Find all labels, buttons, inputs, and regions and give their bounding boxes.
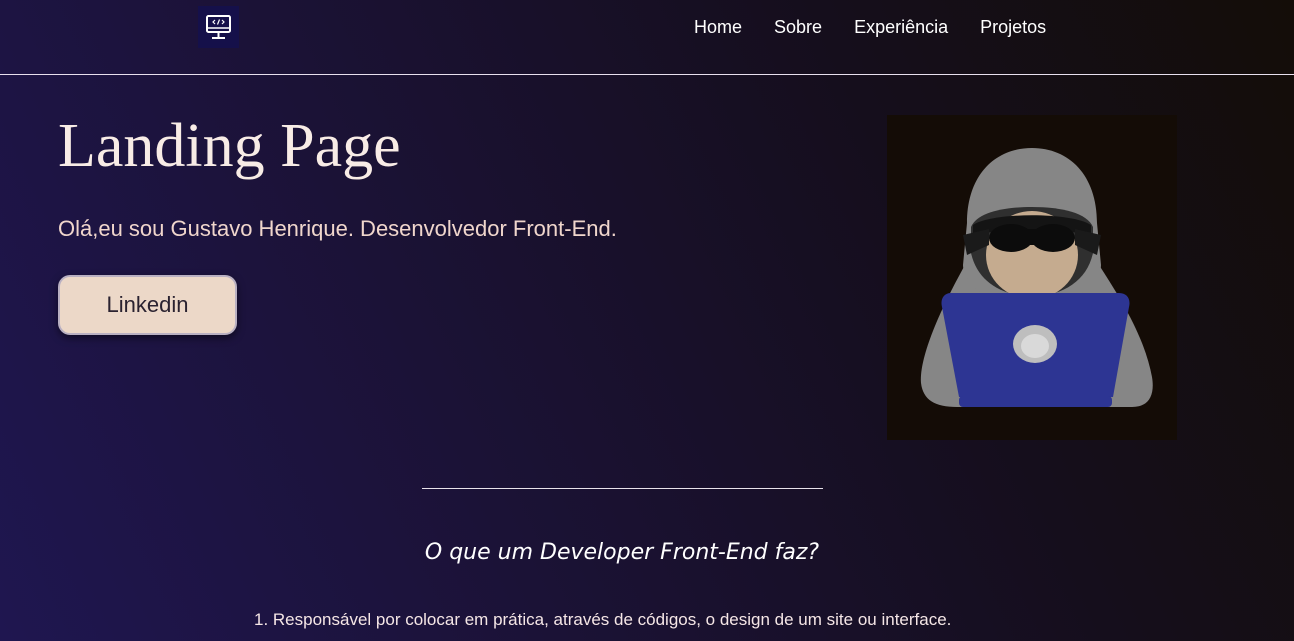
nav-link-experiencia[interactable]: Experiência xyxy=(854,16,948,38)
hooded-developer-illustration xyxy=(887,115,1177,440)
linkedin-button[interactable]: Linkedin xyxy=(58,275,237,335)
hero-title: Landing Page xyxy=(58,112,401,180)
nav-link-sobre[interactable]: Sobre xyxy=(774,16,822,38)
logo-home-link[interactable] xyxy=(198,6,239,48)
nav-links: Home Sobre Experiência Projetos xyxy=(694,16,1078,38)
nav-link-home[interactable]: Home xyxy=(694,16,742,38)
section-title: O que um Developer Front-End faz? xyxy=(424,540,820,565)
top-navbar: Home Sobre Experiência Projetos xyxy=(0,0,1294,75)
monitor-code-icon xyxy=(206,15,231,39)
list-item: 1. Responsável por colocar em prática, a… xyxy=(254,610,952,629)
responsibilities-list: 1. Responsável por colocar em prática, a… xyxy=(254,609,951,631)
section-divider xyxy=(422,488,823,489)
hero-subtitle: Olá,eu sou Gustavo Henrique. Desenvolved… xyxy=(58,216,617,241)
nav-link-projetos[interactable]: Projetos xyxy=(980,16,1046,38)
